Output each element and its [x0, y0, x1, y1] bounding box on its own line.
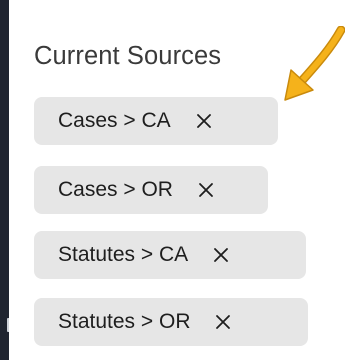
source-chip-label: Cases > OR: [58, 178, 173, 201]
source-chip: Cases > CA: [34, 97, 278, 145]
close-icon[interactable]: [210, 244, 232, 266]
source-chip: Cases > OR: [34, 166, 268, 214]
close-icon[interactable]: [193, 110, 215, 132]
source-chip-label: Statutes > CA: [58, 243, 189, 266]
source-chip: Statutes > CA: [34, 231, 306, 279]
close-icon[interactable]: [195, 179, 217, 201]
source-chip-label: Cases > CA: [58, 109, 171, 132]
window-edge: [0, 0, 9, 360]
panel-title: Current Sources: [34, 42, 222, 70]
source-chip-label: Statutes > OR: [58, 310, 191, 333]
arrow-icon: [284, 26, 345, 101]
close-icon[interactable]: [212, 311, 234, 333]
source-chip: Statutes > OR: [34, 298, 308, 346]
